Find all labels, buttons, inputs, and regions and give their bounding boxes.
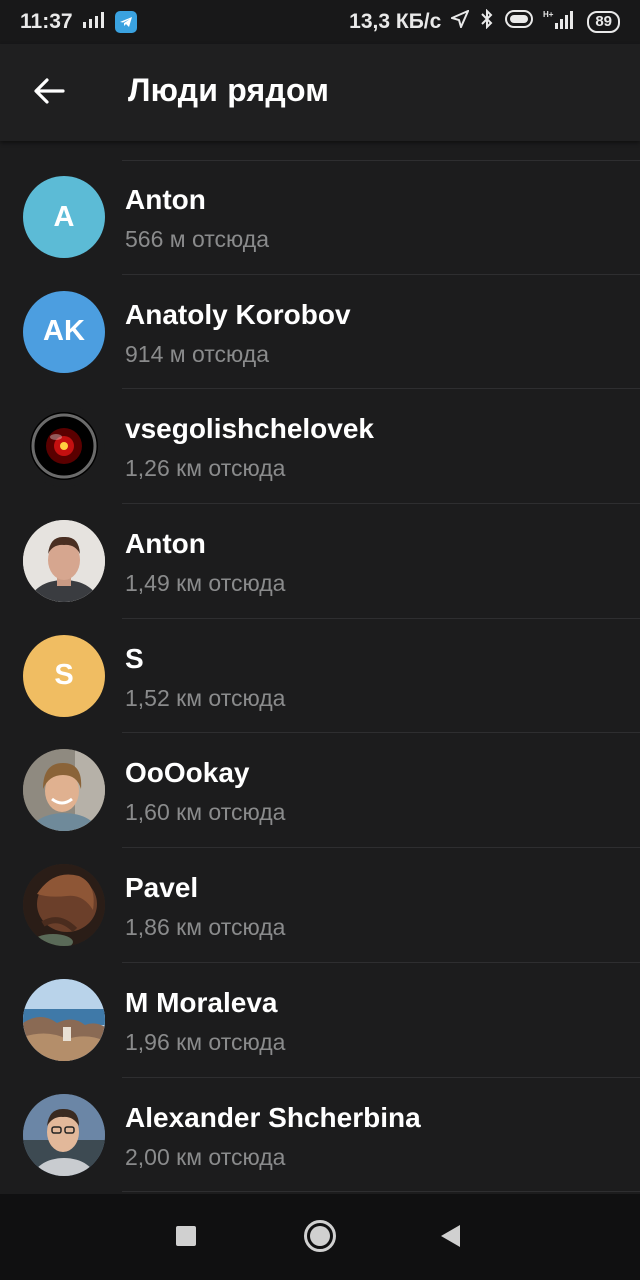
- hal-eye-avatar-icon: [23, 405, 105, 487]
- person-distance: 2,00 км отсюда: [125, 1143, 286, 1170]
- person-name: vsegolishchelovek: [125, 413, 375, 445]
- telegram-icon: [114, 11, 137, 33]
- list-item[interactable]: Pavel 1,86 км отсюда: [0, 848, 640, 963]
- person-name: Pavel: [125, 872, 199, 904]
- avatar: S: [23, 634, 105, 717]
- app-bar: Люди рядом: [0, 44, 640, 141]
- home-circle-icon: [303, 1219, 337, 1258]
- person-distance: 1,49 км отсюда: [125, 570, 286, 597]
- list-item[interactable]: Alexander Shcherbina 2,00 км отсюда: [0, 1078, 640, 1193]
- bluetooth-icon: [479, 8, 495, 35]
- avatar: [23, 978, 105, 1061]
- person-name: M Moraleva: [125, 986, 278, 1018]
- person-distance: 566 м отсюда: [125, 226, 269, 252]
- person-name: Alexander Shcherbina: [125, 1101, 421, 1133]
- person-name: Anton: [125, 184, 206, 215]
- person-distance: 1,60 км отсюда: [125, 799, 286, 826]
- battery-icon: 89: [587, 11, 620, 33]
- landscape-photo-icon: [23, 978, 105, 1061]
- status-time: 11:37: [20, 10, 73, 33]
- avatar: [23, 520, 105, 603]
- person-photo-icon: [23, 520, 105, 603]
- location-icon: [449, 9, 471, 34]
- recents-button[interactable]: [164, 1216, 208, 1260]
- signal-activity-icon: [82, 10, 105, 34]
- person-name: Anatoly Korobov: [125, 298, 351, 330]
- arrow-left-icon: [33, 77, 65, 110]
- person-name: OoOokay: [125, 757, 250, 789]
- avatar-initials: S: [54, 659, 74, 692]
- avatar: [23, 405, 105, 488]
- back-triangle-icon: [439, 1224, 461, 1253]
- person-name: Anton: [125, 528, 206, 560]
- person-distance: 1,52 км отсюда: [125, 684, 286, 711]
- status-bar: 11:37 13,3 КБ/с H+ 89: [0, 0, 640, 44]
- svg-text:H+: H+: [543, 10, 554, 19]
- toggle-icon: [505, 10, 534, 34]
- hplus-signal-icon: H+: [543, 9, 577, 35]
- person-distance: 1,96 км отсюда: [125, 1028, 286, 1055]
- page-title: Люди рядом: [128, 72, 330, 108]
- list-item[interactable]: S S 1,52 км отсюда: [0, 619, 640, 734]
- list-item[interactable]: AK Anatoly Korobov 914 м отсюда: [0, 275, 640, 390]
- home-button[interactable]: [298, 1216, 342, 1260]
- avatar: A: [23, 176, 105, 258]
- person-distance: 914 м отсюда: [125, 340, 269, 367]
- people-list: A Anton 566 м отсюда AK Anatoly Korobov …: [0, 160, 640, 1192]
- recents-square-icon: [175, 1225, 197, 1252]
- avatar: [23, 749, 105, 832]
- person-photo-icon: [23, 749, 105, 832]
- list-item[interactable]: M Moraleva 1,96 км отсюда: [0, 963, 640, 1078]
- back-nav-button[interactable]: [428, 1216, 472, 1260]
- avatar-initials: A: [53, 200, 75, 233]
- avatar: AK: [23, 290, 105, 373]
- person-name: S: [125, 642, 144, 674]
- avatar-initials: AK: [43, 315, 85, 348]
- person-distance: 1,86 км отсюда: [125, 914, 286, 941]
- battery-level: 89: [595, 13, 612, 30]
- person-distance: 1,26 км отсюда: [125, 455, 286, 482]
- list-item[interactable]: Anton 1,49 км отсюда: [0, 504, 640, 619]
- person-photo-icon: [23, 1093, 105, 1176]
- list-item[interactable]: vsegolishchelovek 1,26 км отсюда: [0, 389, 640, 504]
- list-item[interactable]: OoOokay 1,60 км отсюда: [0, 733, 640, 848]
- person-photo-icon: [23, 864, 105, 947]
- avatar: [23, 1093, 105, 1176]
- avatar: [23, 864, 105, 947]
- back-button[interactable]: [24, 70, 74, 116]
- system-nav-bar: [0, 1194, 640, 1280]
- network-speed: 13,3 КБ/с: [349, 10, 442, 33]
- list-item[interactable]: A Anton 566 м отсюда: [0, 160, 640, 275]
